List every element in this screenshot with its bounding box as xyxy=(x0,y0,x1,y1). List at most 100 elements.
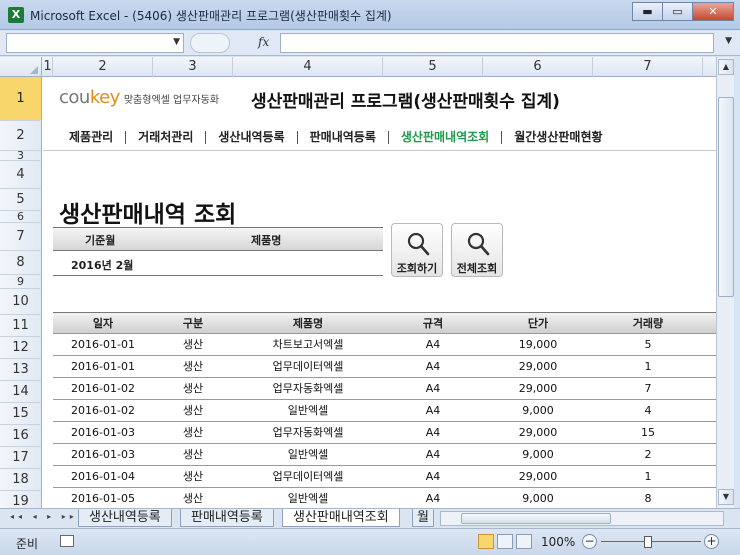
table-cell: 2016-01-01 xyxy=(71,338,135,351)
table-row[interactable]: 2016-01-04 생산 업무데이터엑셀 A4 29,000 1 xyxy=(53,466,716,488)
table-row[interactable]: 2016-01-03 생산 일반엑셀 A4 9,000 2 xyxy=(53,444,716,466)
row-header[interactable]: 18 xyxy=(0,469,42,491)
row-header[interactable]: 16 xyxy=(0,425,42,447)
column-header[interactable]: 3 xyxy=(153,57,233,77)
column-header[interactable]: 4 xyxy=(233,57,383,77)
zoom-out-button[interactable]: − xyxy=(582,534,597,549)
scroll-up-icon[interactable]: ▲ xyxy=(718,59,734,75)
column-header[interactable]: 6 xyxy=(483,57,593,77)
table-cell: 업무자동화엑셀 xyxy=(272,426,344,439)
nav-item-products[interactable]: 제품관리 xyxy=(43,130,127,144)
nav-item-monthly-status[interactable]: 월간생산판매현황 xyxy=(502,130,614,144)
table-row[interactable]: 2016-01-01 생산 차트보고서엑셀 A4 19,000 5 xyxy=(53,334,716,356)
row-header[interactable]: 11 xyxy=(0,315,42,337)
zoom-level[interactable]: 100% xyxy=(541,535,575,549)
row-header[interactable]: 12 xyxy=(0,337,42,359)
maximize-button[interactable]: ▭ xyxy=(662,2,692,21)
scroll-down-icon[interactable]: ▼ xyxy=(718,489,734,505)
row-header[interactable]: 13 xyxy=(0,359,42,381)
name-box[interactable]: ▼ xyxy=(6,33,184,53)
row-header[interactable]: 19 xyxy=(0,491,42,508)
row-header[interactable]: 14 xyxy=(0,381,42,403)
close-button[interactable]: ✕ xyxy=(692,2,734,21)
chevron-down-icon[interactable]: ▼ xyxy=(173,37,180,47)
table-cell: A4 xyxy=(425,426,441,439)
table-row[interactable]: 2016-01-02 생산 업무자동화엑셀 A4 29,000 7 xyxy=(53,378,716,400)
brand: coukey 맞춤형엑셀 업무자동화 xyxy=(59,87,219,108)
row-header[interactable]: 1 xyxy=(0,77,42,121)
column-header[interactable]: 7 xyxy=(593,57,703,77)
nav-item-history-query[interactable]: 생산판매내역조회 xyxy=(389,130,503,144)
table-cell: 2016-01-05 xyxy=(71,492,135,505)
row-header[interactable]: 15 xyxy=(0,403,42,425)
column-header[interactable]: 2 xyxy=(53,57,153,77)
table-row[interactable]: 2016-01-01 생산 업무데이터엑셀 A4 29,000 1 xyxy=(53,356,716,378)
sheet-tabs-bar: ◂◂ ◂ ▸ ▸▸ 생산내역등록 판매내역등록 생산판매내역조회 월 xyxy=(0,508,740,528)
column-header[interactable]: 5 xyxy=(383,57,483,77)
row-header[interactable]: 2 xyxy=(0,121,42,151)
search-icon xyxy=(407,232,430,256)
row-header[interactable]: 9 xyxy=(0,275,42,289)
search-all-button[interactable]: 전체조회 xyxy=(451,223,503,277)
row-header[interactable]: 4 xyxy=(0,161,42,189)
table-cell: 15 xyxy=(641,426,655,439)
row-header[interactable]: 10 xyxy=(0,289,42,315)
table-cell: 2016-01-02 xyxy=(71,404,135,417)
sheet-tab[interactable]: 판매내역등록 xyxy=(180,509,274,527)
view-page-break-button[interactable] xyxy=(516,534,532,549)
table-cell: 생산 xyxy=(182,426,204,439)
filter-month-value[interactable]: 2016년 2월 xyxy=(71,257,133,273)
table-cell: A4 xyxy=(425,448,441,461)
filter-label-product: 제품명 xyxy=(251,234,282,247)
table-cell: 2016-01-02 xyxy=(71,382,135,395)
status-bar: 준비 100% − + xyxy=(0,528,740,555)
expand-formula-bar-icon[interactable]: ▼ xyxy=(725,36,732,46)
vertical-scrollbar[interactable]: ▲ ▼ xyxy=(716,57,734,508)
row-header[interactable]: 7 xyxy=(0,223,42,251)
select-all-button[interactable] xyxy=(0,57,42,77)
formula-expand-handle[interactable] xyxy=(190,33,230,53)
search-button[interactable]: 조회하기 xyxy=(391,223,443,277)
nav-menu: 제품관리 거래처관리 생산내역등록 판매내역등록 생산판매내역조회 월간생산판매… xyxy=(43,126,716,148)
row-header[interactable]: 6 xyxy=(0,210,42,223)
formula-input[interactable] xyxy=(280,33,714,53)
table-cell: 일반엑셀 xyxy=(287,404,329,417)
minimize-button[interactable]: ▬ xyxy=(632,2,662,21)
table-cell: 9,000 xyxy=(522,448,554,461)
horizontal-scroll-thumb[interactable] xyxy=(461,513,611,524)
table-cell: 업무데이터엑셀 xyxy=(272,360,344,373)
nav-item-sales-entry[interactable]: 판매내역등록 xyxy=(298,130,389,144)
insert-function-button[interactable]: fx xyxy=(258,35,269,49)
table-cell: 일반엑셀 xyxy=(287,448,329,461)
table-row[interactable]: 2016-01-03 생산 업무자동화엑셀 A4 29,000 15 xyxy=(53,422,716,444)
table-row[interactable]: 2016-01-05 생산 일반엑셀 A4 9,000 8 xyxy=(53,488,716,508)
column-header[interactable]: 1 xyxy=(43,57,53,77)
table-row[interactable]: 2016-01-02 생산 일반엑셀 A4 9,000 4 xyxy=(53,400,716,422)
view-page-layout-button[interactable] xyxy=(497,534,513,549)
row-header[interactable]: 3 xyxy=(0,149,42,162)
scroll-thumb[interactable] xyxy=(718,97,734,297)
sheet-tab[interactable]: 월 xyxy=(412,509,434,527)
sheet-nav-arrows[interactable]: ◂◂ ◂ ▸ ▸▸ xyxy=(10,512,78,521)
formula-bar: ▼ fx ▼ xyxy=(0,30,740,56)
excel-icon[interactable]: X xyxy=(8,7,24,23)
sheet-tab[interactable]: 생산내역등록 xyxy=(78,509,172,527)
brand-logo: coukey xyxy=(59,87,120,108)
horizontal-scrollbar[interactable] xyxy=(440,511,724,526)
nav-item-clients[interactable]: 거래처관리 xyxy=(126,130,207,144)
row-header[interactable]: 5 xyxy=(0,189,42,211)
brand-subtitle: 맞춤형엑셀 업무자동화 xyxy=(123,95,220,106)
row-header[interactable]: 8 xyxy=(0,251,42,275)
macro-record-icon[interactable] xyxy=(60,535,74,547)
sheet-tab-active[interactable]: 생산판매내역조회 xyxy=(282,509,400,527)
table-cell: 9,000 xyxy=(522,492,554,505)
row-header[interactable]: 17 xyxy=(0,447,42,469)
nav-item-production-entry[interactable]: 생산내역등록 xyxy=(206,130,298,144)
zoom-in-button[interactable]: + xyxy=(704,534,719,549)
worksheet-grid[interactable]: 1 2 3 4 5 6 7 1 2 3 4 5 6 7 8 9 10 11 12… xyxy=(0,57,716,508)
search-all-button-label: 전체조회 xyxy=(456,262,498,275)
table-header-cell: 구분 xyxy=(182,317,204,330)
table-cell: 7 xyxy=(644,382,652,395)
view-normal-button[interactable] xyxy=(478,534,494,549)
zoom-slider-thumb[interactable] xyxy=(644,536,652,548)
